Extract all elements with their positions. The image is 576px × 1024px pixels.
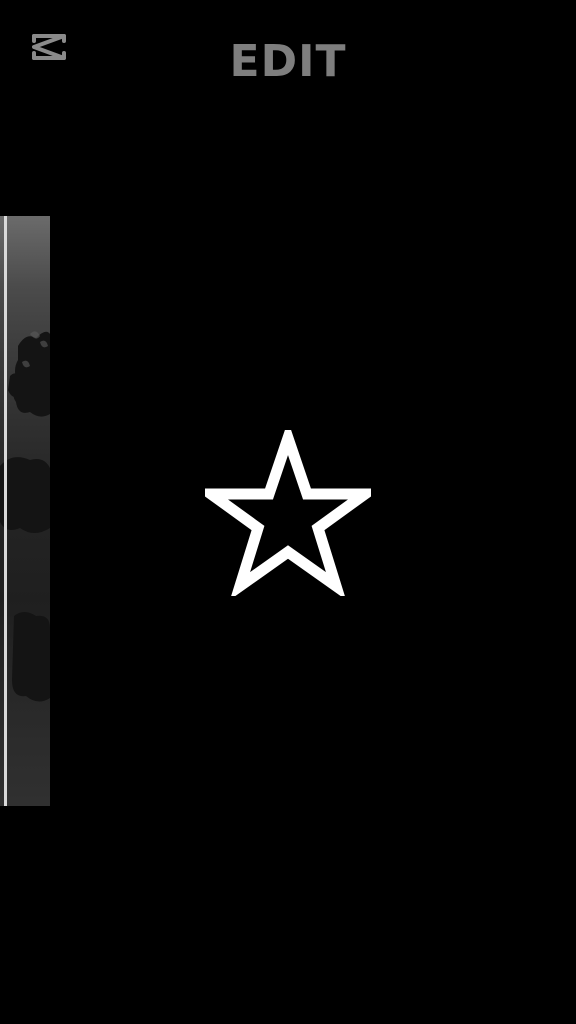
video-clip-thumbnail[interactable]: [0, 216, 50, 806]
page-title: EDIT: [229, 36, 347, 87]
editor-screen: EDIT: [0, 0, 576, 1024]
star-outline-icon[interactable]: [194, 420, 382, 600]
clip-edge-line: [4, 216, 7, 806]
